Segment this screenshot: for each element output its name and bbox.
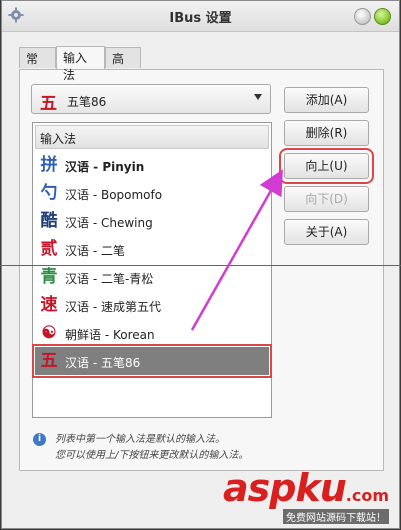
- annotation-arrow-icon: [190, 169, 283, 331]
- site-watermark: aspku.com 免费网站源码下载站！: [223, 466, 389, 524]
- watermark-tld: .com: [345, 486, 389, 505]
- watermark-subtitle: 免费网站源码下载站！: [283, 509, 389, 524]
- tab-input-method[interactable]: 输入法: [56, 46, 105, 82]
- watermark-brand: aspku: [222, 466, 347, 510]
